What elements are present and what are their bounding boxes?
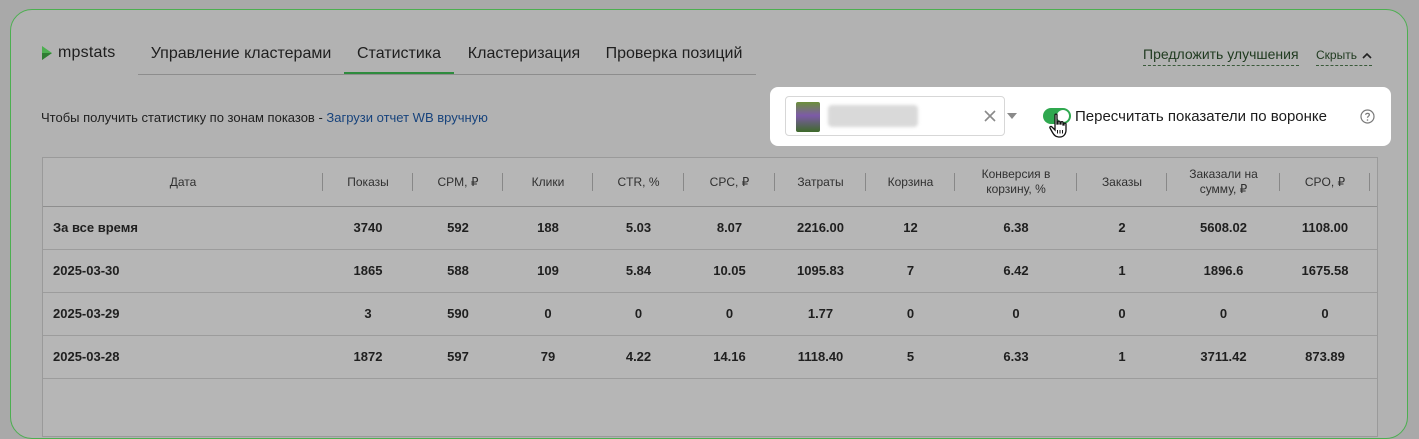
statistics-table: Дата Показы CPM, ₽ Клики CTR, % CPC, ₽ З…	[42, 157, 1378, 437]
table-row: За все время 3740 592 188 5.03 8.07 2216.00 12 6…	[43, 206, 1377, 250]
col-date[interactable]: Дата	[43, 158, 323, 206]
hide-button[interactable]: Скрыть	[1316, 48, 1372, 66]
row-value-cell: 3711.42	[1200, 349, 1247, 364]
col-cart[interactable]: Корзина	[866, 158, 955, 206]
row-value-cell: 1	[1118, 263, 1126, 278]
row-value-cell: 5.03	[625, 220, 652, 235]
row-value-cell: 8.07	[716, 220, 743, 235]
row-value-cell: 6.33	[1003, 349, 1029, 364]
row-value-cell: 188	[537, 220, 559, 235]
row-value-cell: 0	[1118, 306, 1126, 321]
row-value-cell: 0	[634, 306, 643, 321]
row-value-cell: 5	[906, 349, 915, 364]
row-value-cell: 109	[537, 263, 559, 278]
row-value-cell: 0	[725, 306, 734, 321]
col-cpc[interactable]: CPC, ₽	[684, 158, 775, 206]
funnel-recalc-label: Пересчитать показатели по воронке	[1075, 108, 1327, 125]
chevron-up-icon	[1362, 52, 1372, 59]
row-date-cell: 2025-03-29	[53, 306, 120, 321]
row-value-cell: 7	[906, 263, 915, 278]
row-value-cell: 1865	[353, 263, 383, 278]
product-select[interactable]	[785, 96, 1017, 136]
table-row: 2025-03-29 3 590 0 0 0 1.77 0 0 0 0 0	[43, 292, 1377, 336]
help-icon[interactable]	[1360, 109, 1375, 124]
row-value-cell: 14.16	[713, 349, 746, 364]
row-value-cell: 1118.40	[797, 349, 844, 364]
product-thumbnail	[796, 102, 820, 132]
row-value-cell: 588	[447, 263, 469, 278]
row-value-cell: 6.38	[1003, 220, 1029, 235]
row-date-cell: 2025-03-28	[53, 349, 120, 364]
row-value-cell: 873.89	[1305, 349, 1345, 364]
upload-report-link[interactable]: Загрузи отчет WB вручную	[326, 110, 488, 125]
row-value-cell: 592	[447, 220, 469, 235]
table-row: 2025-03-28 1872 597 79 4.22 14.16 1118.40 5 6.33…	[43, 335, 1377, 379]
clear-icon[interactable]	[983, 109, 997, 123]
row-value-cell: 597	[447, 349, 469, 364]
tab-clustering[interactable]: Кластеризация	[454, 34, 594, 73]
tab-statistics[interactable]: Статистика	[344, 34, 454, 74]
row-value-cell: 1872	[353, 349, 383, 364]
col-ctr[interactable]: CTR, %	[593, 158, 684, 206]
row-value-cell: 590	[447, 306, 469, 321]
tabs-bar: Управление кластерами Статистика Кластер…	[138, 34, 756, 75]
filter-panel: Пересчитать показатели по воронке	[770, 87, 1391, 146]
col-clicks[interactable]: Клики	[503, 158, 593, 206]
mpstats-logo-icon	[42, 46, 52, 60]
row-value-cell: 6.42	[1003, 263, 1029, 278]
row-value-cell: 4.22	[625, 349, 652, 364]
hide-label: Скрыть	[1316, 48, 1357, 62]
row-value-cell: 10.05	[713, 263, 746, 278]
row-value-cell: 2	[1118, 220, 1126, 235]
row-value-cell: 0	[906, 306, 915, 321]
tab-cluster-management[interactable]: Управление кластерами	[138, 34, 344, 73]
row-value-cell: 5.84	[625, 263, 652, 278]
row-value-cell: 1	[1118, 349, 1126, 364]
col-cpm[interactable]: CPM, ₽	[413, 158, 503, 206]
row-value-cell: 1675.58	[1301, 263, 1349, 278]
table-row: 2025-03-30 1865 588 109 5.84 10.05 1095.83 7 6.4…	[43, 249, 1377, 293]
chevron-down-icon[interactable]	[1007, 113, 1017, 119]
row-value-cell: 0	[1012, 306, 1020, 321]
suggest-improvements-link[interactable]: Предложить улучшения	[1143, 46, 1299, 66]
col-impressions[interactable]: Показы	[323, 158, 413, 206]
tab-position-check[interactable]: Проверка позиций	[594, 34, 754, 73]
row-value-cell: 0	[1219, 306, 1228, 321]
row-value-cell: 79	[540, 349, 556, 364]
row-value-cell: 5608.02	[1200, 220, 1247, 235]
logo[interactable]: mpstats	[41, 44, 115, 62]
logo-text: mpstats	[58, 44, 116, 61]
col-cpo[interactable]: CPO, ₽	[1280, 158, 1370, 206]
col-order-sum[interactable]: Заказали на сумму, ₽	[1167, 158, 1280, 206]
col-spend[interactable]: Затраты	[775, 158, 866, 206]
row-value-cell: 12	[903, 220, 918, 235]
table-header: Дата Показы CPM, ₽ Клики CTR, % CPC, ₽ З…	[43, 158, 1377, 207]
row-value-cell: 1108.00	[1301, 220, 1349, 235]
row-date-cell: 2025-03-30	[53, 263, 120, 278]
row-value-cell: 1095.83	[797, 263, 844, 278]
pointer-hand-icon	[1049, 113, 1067, 138]
hint-text: Чтобы получить статистику по зонам показ…	[41, 110, 327, 125]
product-name-blurred	[828, 105, 918, 127]
row-date-cell: За все время	[53, 220, 138, 235]
row-value-cell: 2216.00	[797, 220, 844, 235]
stats-hint: Чтобы получить статистику по зонам показ…	[41, 110, 488, 125]
row-value-cell: 3	[364, 306, 372, 321]
row-value-cell: 3740	[353, 220, 383, 235]
row-value-cell: 1.77	[807, 306, 834, 321]
col-cart-conversion[interactable]: Конверсия в корзину, %	[955, 158, 1077, 206]
col-orders[interactable]: Заказы	[1077, 158, 1167, 206]
row-value-cell: 0	[544, 306, 552, 321]
row-value-cell: 0	[1321, 306, 1329, 321]
row-value-cell: 1896.6	[1203, 263, 1244, 278]
